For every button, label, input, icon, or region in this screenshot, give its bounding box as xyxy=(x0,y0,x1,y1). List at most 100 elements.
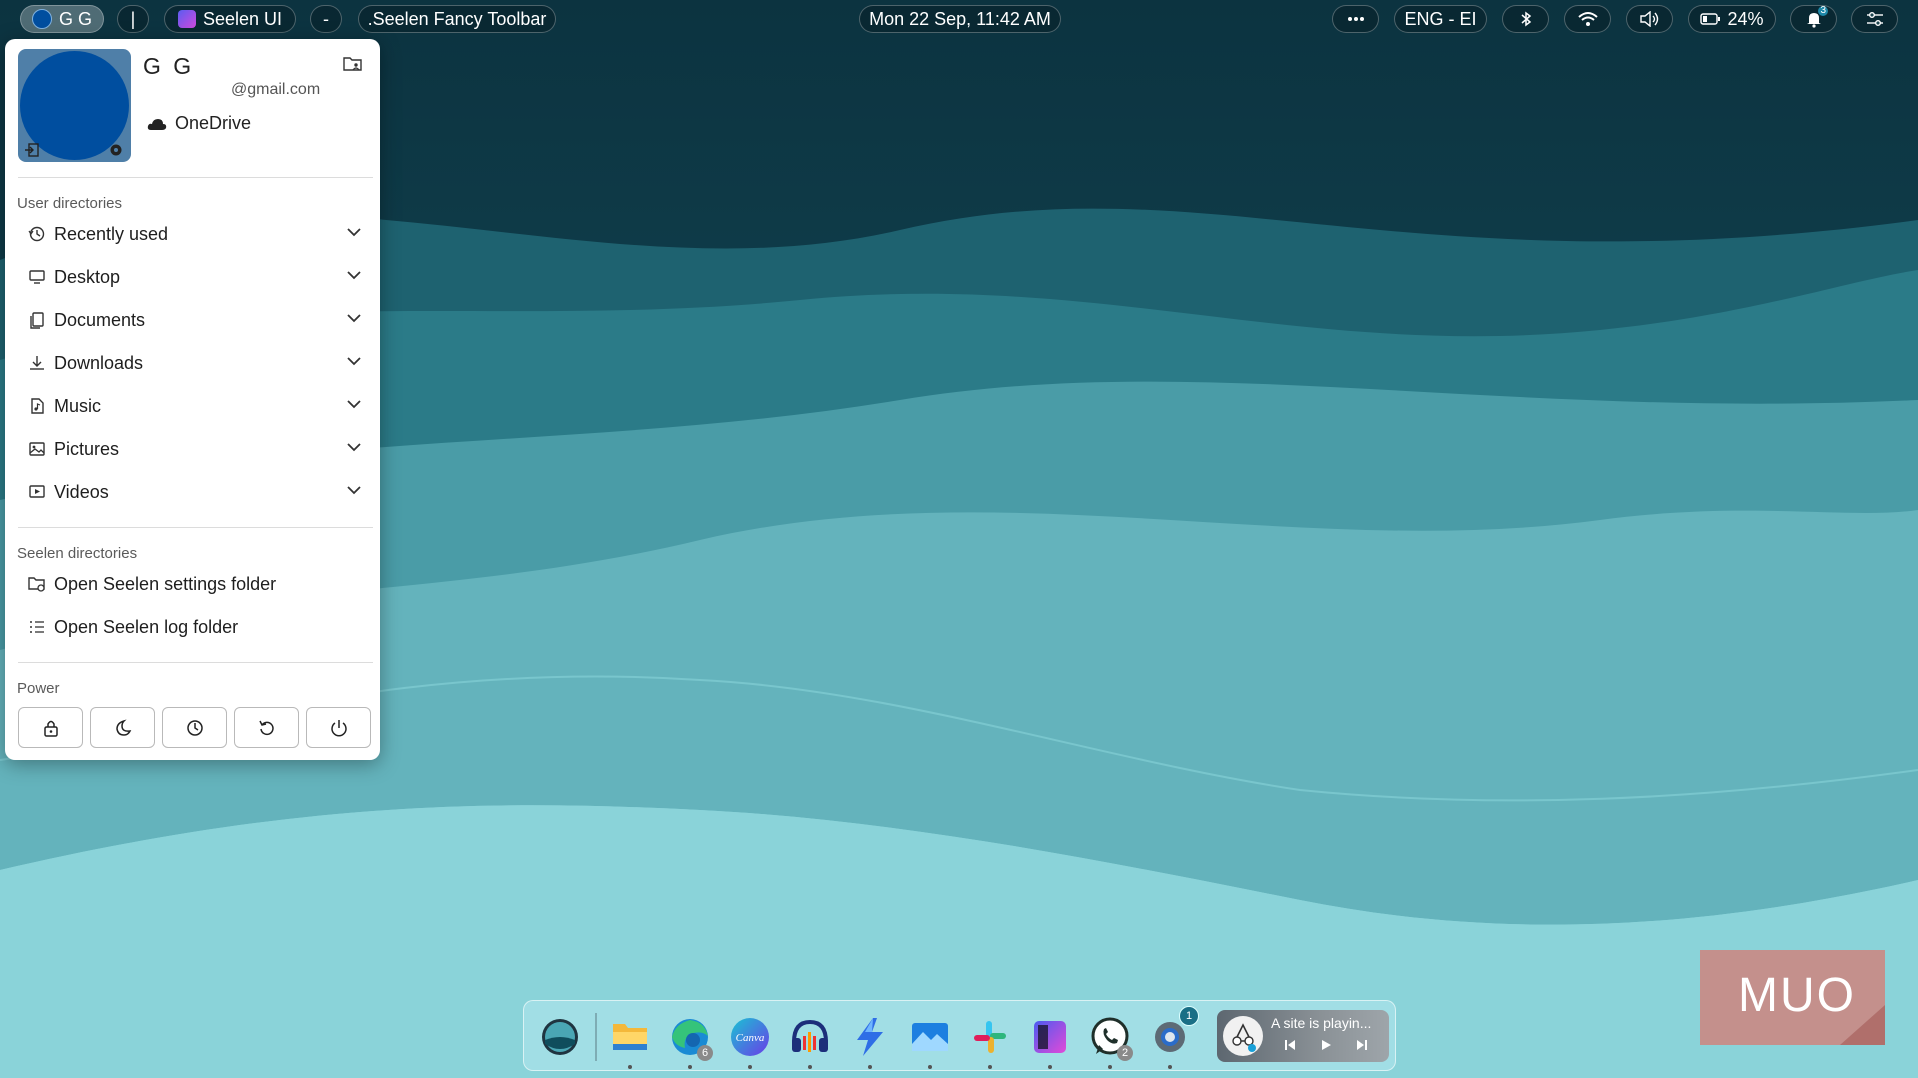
dir-documents[interactable]: Documents xyxy=(18,302,373,338)
next-track-icon[interactable] xyxy=(1355,1038,1369,1052)
dock-app-seelen-ui[interactable] xyxy=(1027,1014,1073,1069)
notification-badge: 1 xyxy=(1179,1006,1199,1026)
focused-app-button[interactable]: Seelen UI xyxy=(164,5,296,33)
volume-icon xyxy=(1639,11,1658,27)
folder-user-icon[interactable] xyxy=(343,55,363,73)
user-button[interactable]: G G xyxy=(20,5,104,33)
chevron-down-icon[interactable] xyxy=(347,313,361,323)
user-directories-title: User directories xyxy=(17,195,123,212)
divider xyxy=(18,527,373,528)
lock-button[interactable] xyxy=(18,707,83,748)
running-indicator xyxy=(928,1065,932,1069)
dock-app-power-automate[interactable] xyxy=(847,1014,893,1069)
running-indicator xyxy=(688,1065,692,1069)
dash-label: - xyxy=(323,8,329,29)
bluetooth-icon xyxy=(1521,11,1531,27)
window-title-button[interactable]: .Seelen Fancy Toolbar xyxy=(358,5,556,33)
dir-downloads[interactable]: Downloads xyxy=(18,345,373,381)
shutdown-button[interactable] xyxy=(306,707,371,748)
battery-button[interactable]: 24% xyxy=(1688,5,1776,33)
chevron-down-icon[interactable] xyxy=(347,270,361,280)
quick-settings-button[interactable] xyxy=(1851,5,1898,33)
folder-gear-icon xyxy=(28,577,45,592)
video-icon xyxy=(29,485,45,498)
gear-icon[interactable] xyxy=(108,142,124,158)
more-button[interactable] xyxy=(1332,5,1379,33)
sleep-button[interactable] xyxy=(90,707,155,748)
dock-app-whatsapp[interactable]: 2 xyxy=(1087,1014,1133,1069)
dock-app-audacity[interactable] xyxy=(787,1014,833,1069)
running-indicator xyxy=(628,1065,632,1069)
dir-videos[interactable]: Videos xyxy=(18,474,373,510)
user-menu-popup: G G @gmail.com OneDrive User directories… xyxy=(5,39,380,760)
hibernate-icon xyxy=(186,719,203,736)
dock: 6 Canva 2 1 A site is playin... xyxy=(523,1000,1396,1071)
focused-app-name: Seelen UI xyxy=(202,8,283,29)
media-widget[interactable]: A site is playin... xyxy=(1217,1010,1389,1062)
power-title: Power xyxy=(17,680,60,697)
dir-music[interactable]: Music xyxy=(18,388,373,424)
chevron-down-icon[interactable] xyxy=(347,399,361,409)
volume-button[interactable] xyxy=(1626,5,1673,33)
dir-pictures[interactable]: Pictures xyxy=(18,431,373,467)
dock-app-canva[interactable]: Canva xyxy=(727,1014,773,1069)
language-button[interactable]: ENG - EI xyxy=(1394,5,1487,33)
notification-count-badge: 3 xyxy=(1818,5,1828,16)
seelen-ui-icon xyxy=(1034,1021,1066,1053)
user-full-name: G G xyxy=(143,53,195,79)
play-icon[interactable] xyxy=(1319,1038,1333,1052)
seelen-start-icon xyxy=(542,1019,578,1055)
dock-app-settings[interactable]: 1 xyxy=(1147,1006,1199,1069)
open-seelen-settings-folder[interactable]: Open Seelen settings folder xyxy=(18,566,373,602)
canva-icon: Canva xyxy=(731,1018,769,1056)
download-icon xyxy=(30,356,44,370)
list-icon xyxy=(30,621,44,633)
ellipsis-icon xyxy=(1347,17,1364,21)
chevron-down-icon[interactable] xyxy=(347,442,361,452)
bluetooth-button[interactable] xyxy=(1502,5,1549,33)
divider xyxy=(18,662,373,663)
user-avatar xyxy=(31,9,52,29)
dock-app-edge[interactable]: 6 xyxy=(667,1014,713,1069)
dir-label: Open Seelen settings folder xyxy=(54,573,277,594)
notifications-button[interactable]: 3 xyxy=(1790,5,1837,33)
dock-app-file-explorer[interactable] xyxy=(607,1014,653,1069)
wifi-button[interactable] xyxy=(1564,5,1611,33)
dir-recently-used[interactable]: Recently used xyxy=(18,216,373,252)
chevron-down-icon[interactable] xyxy=(347,356,361,366)
running-indicator xyxy=(808,1065,812,1069)
restart-button[interactable] xyxy=(234,707,299,748)
fancy-toolbar: G G | Seelen UI - .Seelen Fancy Toolbar … xyxy=(0,0,1918,38)
open-seelen-log-folder[interactable]: Open Seelen log folder xyxy=(18,609,373,645)
dir-label: Videos xyxy=(54,481,109,502)
dock-app-photos[interactable] xyxy=(907,1014,953,1069)
restart-icon xyxy=(258,720,274,735)
hibernate-button[interactable] xyxy=(162,707,227,748)
wifi-icon xyxy=(1577,12,1598,26)
chevron-down-icon[interactable] xyxy=(347,485,361,495)
dock-app-seelen-start[interactable] xyxy=(537,1014,583,1060)
separator-label: | xyxy=(130,8,136,29)
onedrive-link[interactable]: OneDrive xyxy=(147,113,251,134)
lock-icon xyxy=(43,720,58,737)
onedrive-label: OneDrive xyxy=(175,113,252,133)
sliders-icon xyxy=(1866,12,1883,26)
dock-app-slack[interactable] xyxy=(967,1014,1013,1069)
sign-out-icon[interactable] xyxy=(24,142,40,158)
power-buttons xyxy=(18,707,371,748)
dash-item[interactable]: - xyxy=(310,5,342,33)
running-indicator xyxy=(1168,1065,1172,1069)
sleep-icon xyxy=(115,718,131,736)
datetime-button[interactable]: Mon 22 Sep, 11:42 AM xyxy=(859,5,1061,33)
user-label: G G xyxy=(58,8,92,29)
dir-desktop[interactable]: Desktop xyxy=(18,259,373,295)
running-indicator xyxy=(1048,1065,1052,1069)
dir-label: Downloads xyxy=(54,352,144,373)
shutdown-icon xyxy=(330,719,347,736)
previous-track-icon[interactable] xyxy=(1283,1038,1297,1052)
window-title: .Seelen Fancy Toolbar xyxy=(367,8,547,29)
chevron-down-icon[interactable] xyxy=(347,227,361,237)
profile-picture[interactable] xyxy=(18,49,131,162)
separator-item[interactable]: | xyxy=(117,5,149,33)
dir-label: Documents xyxy=(54,309,146,330)
